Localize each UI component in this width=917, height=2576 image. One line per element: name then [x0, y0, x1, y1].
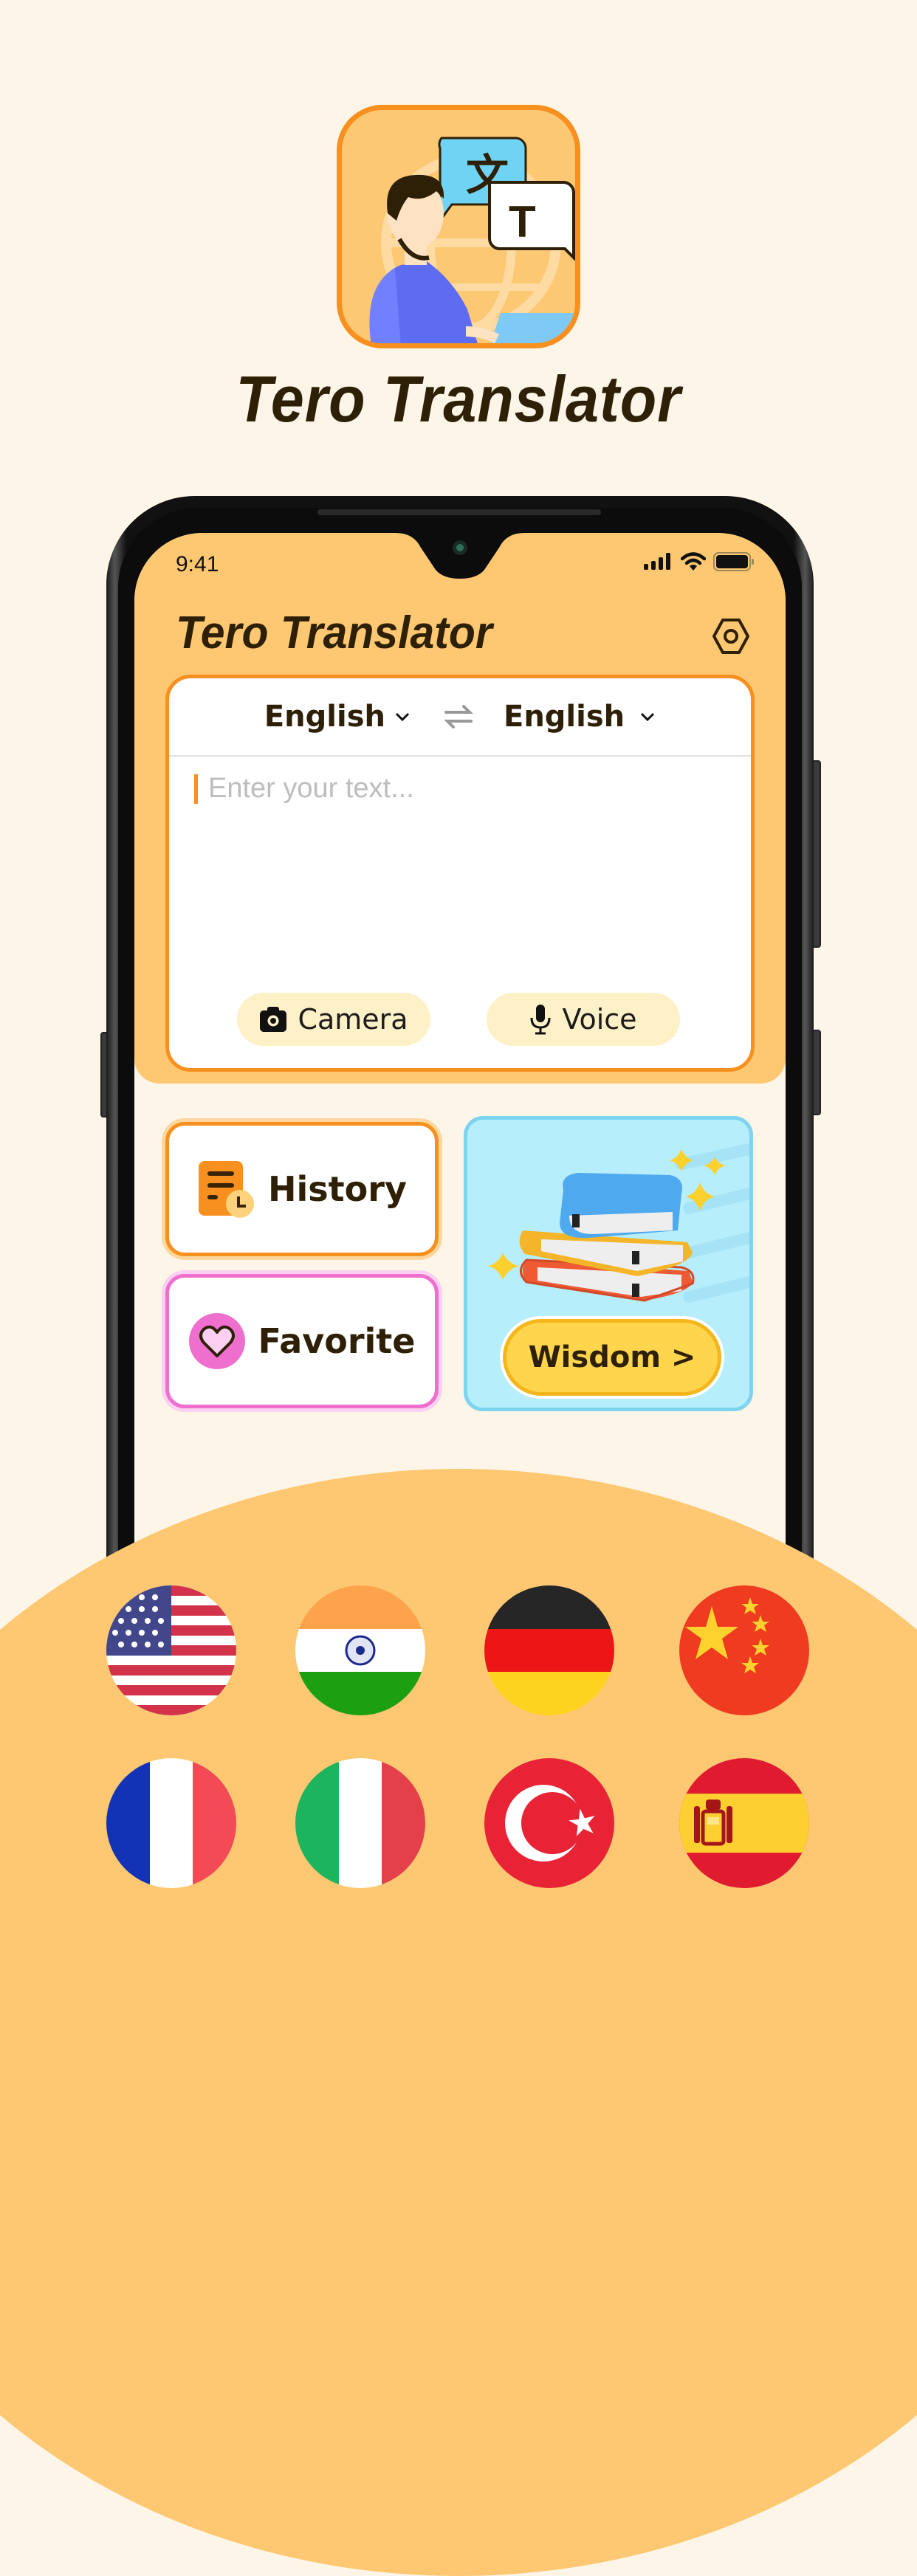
settings-hexagon-icon	[712, 619, 749, 654]
flag-france[interactable]	[106, 1758, 236, 1888]
source-language-dropdown[interactable]: English	[264, 700, 411, 734]
language-selector-row: English English	[169, 678, 751, 757]
battery-icon	[713, 552, 754, 571]
voice-label: Voice	[562, 1003, 637, 1036]
flag-germany[interactable]	[484, 1585, 614, 1715]
camera-icon	[260, 1007, 287, 1032]
translate-card: English English Camera	[165, 675, 755, 1072]
camera-label: Camera	[298, 1003, 408, 1036]
promo-app-title: Tero Translator	[236, 362, 681, 435]
flag-turkey[interactable]	[484, 1758, 614, 1888]
status-icons	[644, 552, 755, 571]
screen-title: Tero Translator	[176, 607, 492, 658]
wisdom-label: Wisdom >	[528, 1340, 696, 1374]
target-language-dropdown[interactable]: English	[504, 700, 656, 734]
target-language-label: English	[504, 700, 625, 734]
swap-languages-button[interactable]	[443, 701, 474, 732]
history-document-clock-icon	[199, 1161, 255, 1218]
turkey-flag-icon	[484, 1758, 614, 1888]
flag-italy[interactable]	[295, 1758, 425, 1888]
text-input[interactable]	[187, 767, 755, 957]
source-language-label: English	[264, 700, 385, 734]
app-icon: 文 T	[337, 105, 580, 348]
phone-speaker	[317, 509, 601, 515]
heart-icon	[188, 1313, 245, 1369]
translator-app-icon: 文 T	[369, 137, 575, 343]
microphone-icon	[530, 1005, 551, 1035]
svg-text:T: T	[509, 197, 536, 247]
phone-notch	[396, 533, 524, 579]
voice-button[interactable]: Voice	[487, 993, 680, 1046]
china-flag-icon	[679, 1585, 809, 1715]
camera-button[interactable]: Camera	[237, 993, 430, 1046]
india-flag-icon	[295, 1585, 425, 1715]
favorite-button[interactable]: Favorite	[165, 1274, 439, 1408]
history-label: History	[268, 1169, 407, 1209]
wifi-icon	[681, 552, 706, 571]
flag-china[interactable]	[679, 1585, 809, 1715]
history-button[interactable]: History	[165, 1122, 439, 1256]
wisdom-card[interactable]: Wisdom >	[464, 1116, 753, 1411]
wisdom-button[interactable]: Wisdom >	[503, 1319, 721, 1396]
us-flag-icon	[106, 1585, 236, 1715]
chevron-down-icon	[395, 712, 410, 722]
settings-button[interactable]	[712, 617, 750, 655]
flag-spain[interactable]	[679, 1758, 809, 1888]
france-flag-icon	[106, 1758, 236, 1888]
favorite-label: Favorite	[258, 1321, 416, 1361]
germany-flag-icon	[484, 1585, 614, 1715]
flag-united-states[interactable]	[106, 1585, 236, 1715]
italy-flag-icon	[295, 1758, 425, 1888]
signal-icon	[644, 553, 670, 570]
flag-india[interactable]	[295, 1585, 425, 1715]
status-time: 9:41	[176, 552, 219, 576]
swap-arrows-icon	[444, 705, 473, 729]
spain-flag-icon	[679, 1758, 809, 1888]
chevron-down-icon	[641, 712, 655, 722]
